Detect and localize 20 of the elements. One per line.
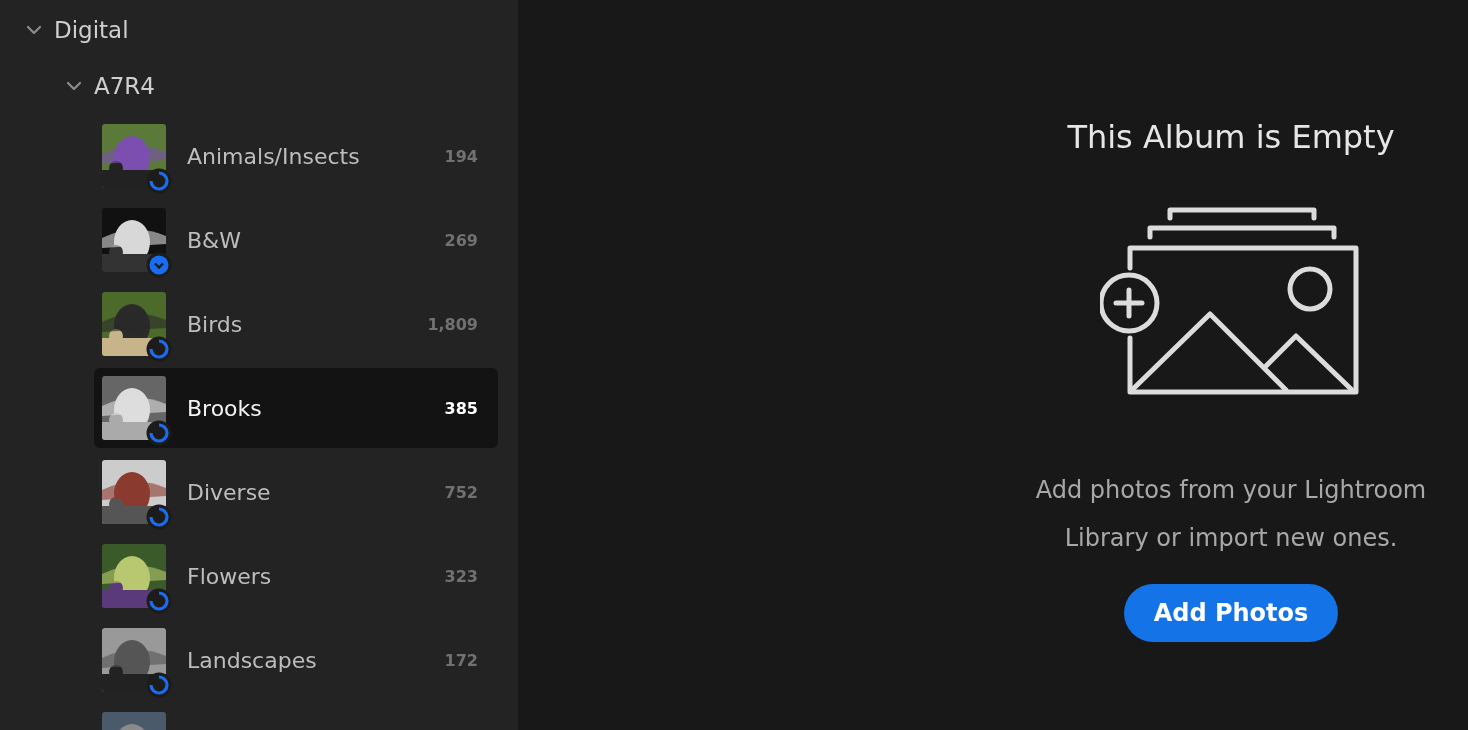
album-count: 385 xyxy=(444,398,478,418)
album-count: 269 xyxy=(444,230,478,250)
album-row-selected[interactable]: Brooks 385 xyxy=(94,368,498,448)
album-count: 323 xyxy=(444,566,478,586)
album-name[interactable]: Landscapes xyxy=(187,647,445,673)
empty-message: Add photos from your Lightroom Library or import new ones. xyxy=(1034,475,1428,554)
album-name[interactable]: B&W xyxy=(187,227,445,253)
folder-label[interactable]: Digital xyxy=(54,17,129,43)
album-count: 752 xyxy=(444,482,478,502)
album-count: 172 xyxy=(444,650,478,670)
album-name[interactable]: Animals/Insects xyxy=(187,143,445,169)
album-count: 1,809 xyxy=(427,314,478,334)
album-name[interactable]: Birds xyxy=(187,311,428,337)
add-photos-button[interactable]: Add Photos xyxy=(1123,584,1339,642)
album-name[interactable]: Brooks xyxy=(187,395,445,421)
album-name[interactable]: Diverse xyxy=(187,479,445,505)
empty-title: This Album is Empty xyxy=(1067,118,1395,156)
folder-label[interactable]: A7R4 xyxy=(94,73,155,99)
album-count: 194 xyxy=(444,146,478,166)
album-name[interactable]: Flowers xyxy=(187,563,445,589)
